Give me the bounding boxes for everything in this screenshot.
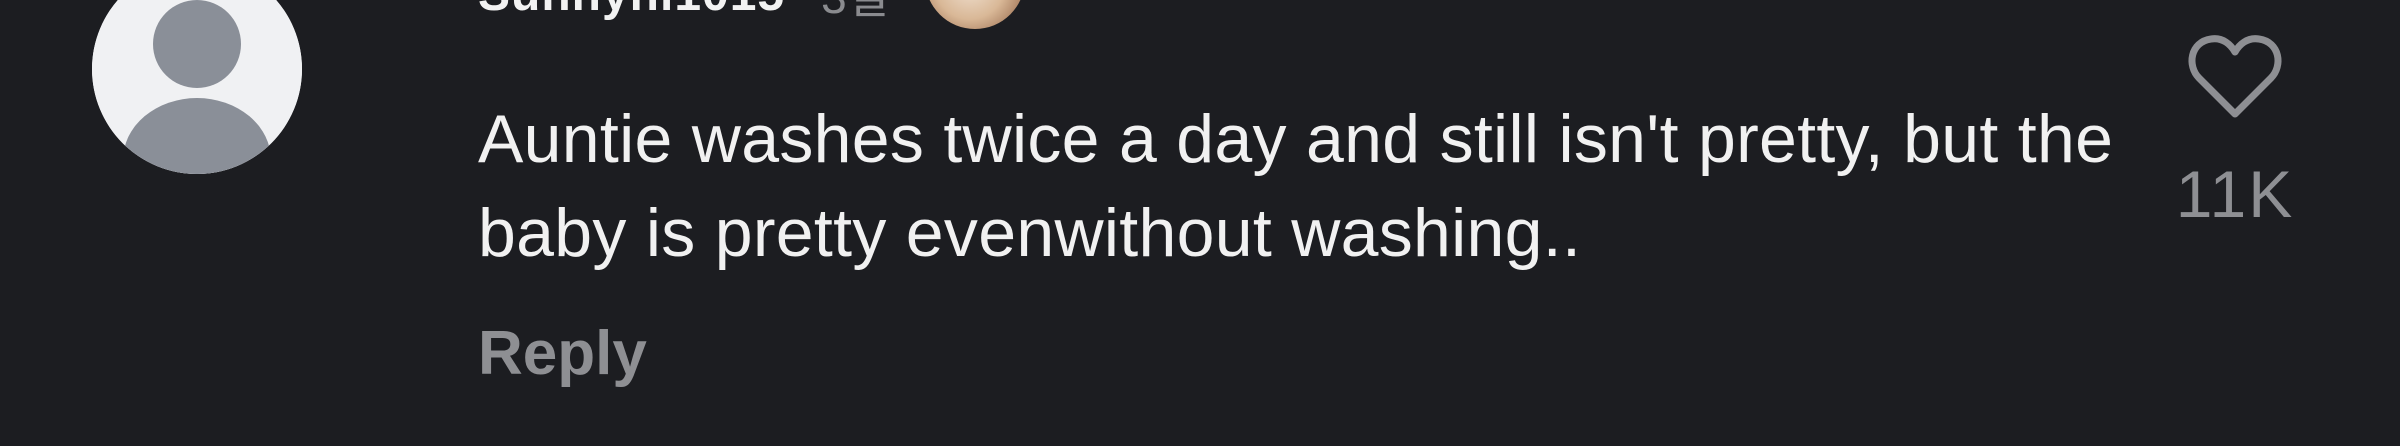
heart-outline-icon[interactable]: [2185, 30, 2285, 122]
comment-header: Sunnyhi1015 3일: [478, 0, 1026, 29]
comment-text: Auntie washes twice a day and still isn'…: [478, 101, 2114, 271]
like-count: 11K: [2175, 157, 2295, 231]
commenter-avatar[interactable]: [92, 0, 302, 174]
like-section: 11K: [2170, 30, 2300, 232]
comment-timestamp: 3일: [821, 0, 889, 27]
comment-item: Sunnyhi1015 3일 Auntie washes twice a day…: [0, 0, 2400, 446]
default-user-avatar-icon: [92, 0, 302, 174]
liked-by-creator-badge: [925, 0, 1026, 29]
comment-username[interactable]: Sunnyhi1015: [478, 0, 785, 22]
reply-button[interactable]: Reply: [478, 318, 647, 389]
creator-avatar: [925, 0, 1026, 29]
